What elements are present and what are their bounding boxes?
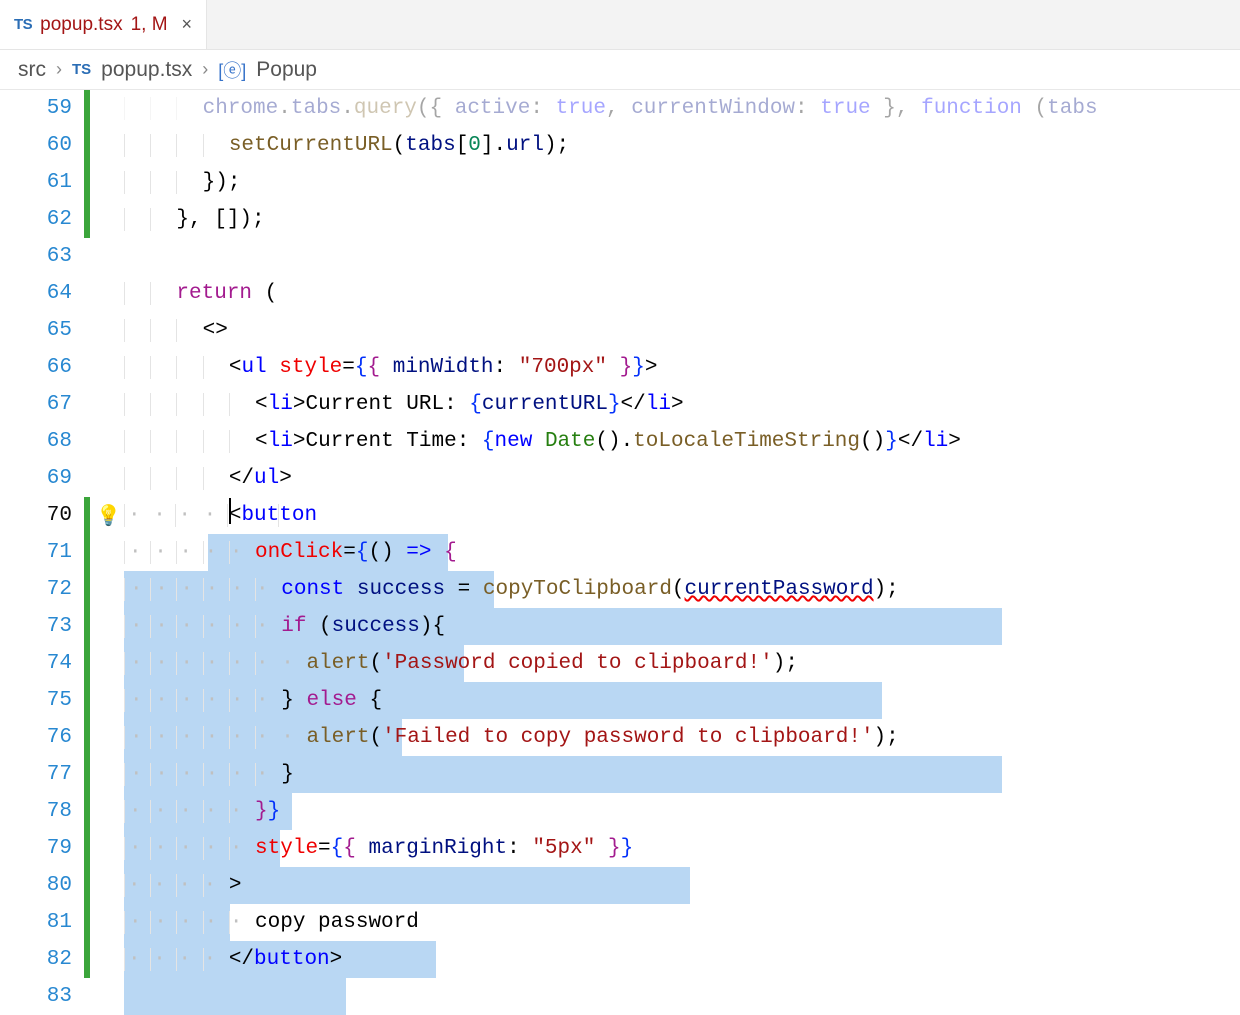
code-line[interactable]: · · · · · copy password bbox=[124, 904, 1240, 941]
lightbulb-icon[interactable]: 💡 bbox=[96, 503, 121, 529]
breadcrumb-segment[interactable]: Popup bbox=[256, 58, 317, 82]
line-number: 83 bbox=[0, 978, 72, 1015]
code-line[interactable]: · · · · <button bbox=[124, 497, 1240, 534]
line-number: 60 bbox=[0, 127, 72, 164]
tab-filename: popup.tsx bbox=[40, 14, 122, 36]
code-line[interactable]: }, []); bbox=[124, 201, 1240, 238]
code-line[interactable] bbox=[124, 238, 1240, 275]
code-line[interactable]: </ul> bbox=[124, 460, 1240, 497]
line-number: 82 bbox=[0, 941, 72, 978]
line-number: 61 bbox=[0, 164, 72, 201]
line-number: 59 bbox=[0, 90, 72, 127]
code-line[interactable]: <ul style={{ minWidth: "700px" }}> bbox=[124, 349, 1240, 386]
breadcrumb: src › TS popup.tsx › [ⓔ] Popup bbox=[0, 50, 1240, 90]
code-line[interactable]: }); bbox=[124, 164, 1240, 201]
code-line[interactable]: <> bbox=[124, 312, 1240, 349]
line-number: 79 bbox=[0, 830, 72, 867]
code-line[interactable]: · · · · · · if (success){ bbox=[124, 608, 1240, 645]
code-line[interactable]: <li>Current Time: {new Date().toLocaleTi… bbox=[124, 423, 1240, 460]
line-number: 69 bbox=[0, 460, 72, 497]
line-number: 63 bbox=[0, 238, 72, 275]
line-number: 66 bbox=[0, 349, 72, 386]
code-line[interactable]: · · · · · onClick={() => { bbox=[124, 534, 1240, 571]
glyph-margin: 💡 bbox=[90, 90, 124, 1015]
editor-tab[interactable]: TS popup.tsx 1, M × bbox=[0, 0, 207, 49]
line-number: 71 bbox=[0, 534, 72, 571]
typescript-icon: TS bbox=[14, 16, 32, 33]
code-line[interactable]: chrome.tabs.query({ active: true, curren… bbox=[124, 90, 1240, 127]
code-line[interactable]: · · · · · · } else { bbox=[124, 682, 1240, 719]
line-number: 65 bbox=[0, 312, 72, 349]
line-number-gutter: 5960616263646566676869707172737475767778… bbox=[0, 90, 84, 1015]
code-line[interactable]: · · · · </button> bbox=[124, 941, 1240, 978]
line-number: 74 bbox=[0, 645, 72, 682]
line-number: 80 bbox=[0, 867, 72, 904]
code-line[interactable] bbox=[124, 978, 1240, 1015]
code-line[interactable]: · · · · · · · alert('Failed to copy pass… bbox=[124, 719, 1240, 756]
code-line[interactable]: · · · · · · const success = copyToClipbo… bbox=[124, 571, 1240, 608]
symbol-icon: [ⓔ] bbox=[218, 57, 246, 83]
breadcrumb-segment[interactable]: popup.tsx bbox=[101, 58, 192, 82]
line-number: 67 bbox=[0, 386, 72, 423]
line-number: 77 bbox=[0, 756, 72, 793]
chevron-right-icon: › bbox=[202, 59, 208, 80]
line-number: 64 bbox=[0, 275, 72, 312]
line-number: 68 bbox=[0, 423, 72, 460]
typescript-icon: TS bbox=[72, 61, 91, 78]
code-editor[interactable]: 5960616263646566676869707172737475767778… bbox=[0, 90, 1240, 1015]
close-icon[interactable]: × bbox=[182, 14, 193, 35]
line-number: 81 bbox=[0, 904, 72, 941]
code-line[interactable]: · · · · · style={{ marginRight: "5px" }} bbox=[124, 830, 1240, 867]
code-line[interactable]: <li>Current URL: {currentURL}</li> bbox=[124, 386, 1240, 423]
breadcrumb-segment[interactable]: src bbox=[18, 58, 46, 82]
chevron-right-icon: › bbox=[56, 59, 62, 80]
line-number: 76 bbox=[0, 719, 72, 756]
line-number: 75 bbox=[0, 682, 72, 719]
code-content[interactable]: chrome.tabs.query({ active: true, curren… bbox=[124, 90, 1240, 1015]
code-line[interactable]: · · · · · · } bbox=[124, 756, 1240, 793]
tab-modified-badge: 1, M bbox=[131, 14, 168, 36]
code-line[interactable]: · · · · · }} bbox=[124, 793, 1240, 830]
code-line[interactable]: · · · · · · · alert('Password copied to … bbox=[124, 645, 1240, 682]
code-line[interactable]: · · · · > bbox=[124, 867, 1240, 904]
code-line[interactable]: return ( bbox=[124, 275, 1240, 312]
line-number: 72 bbox=[0, 571, 72, 608]
code-line[interactable]: setCurrentURL(tabs[0].url); bbox=[124, 127, 1240, 164]
line-number: 78 bbox=[0, 793, 72, 830]
line-number: 73 bbox=[0, 608, 72, 645]
line-number: 62 bbox=[0, 201, 72, 238]
line-number: 70 bbox=[0, 497, 72, 534]
tab-bar: TS popup.tsx 1, M × bbox=[0, 0, 1240, 50]
